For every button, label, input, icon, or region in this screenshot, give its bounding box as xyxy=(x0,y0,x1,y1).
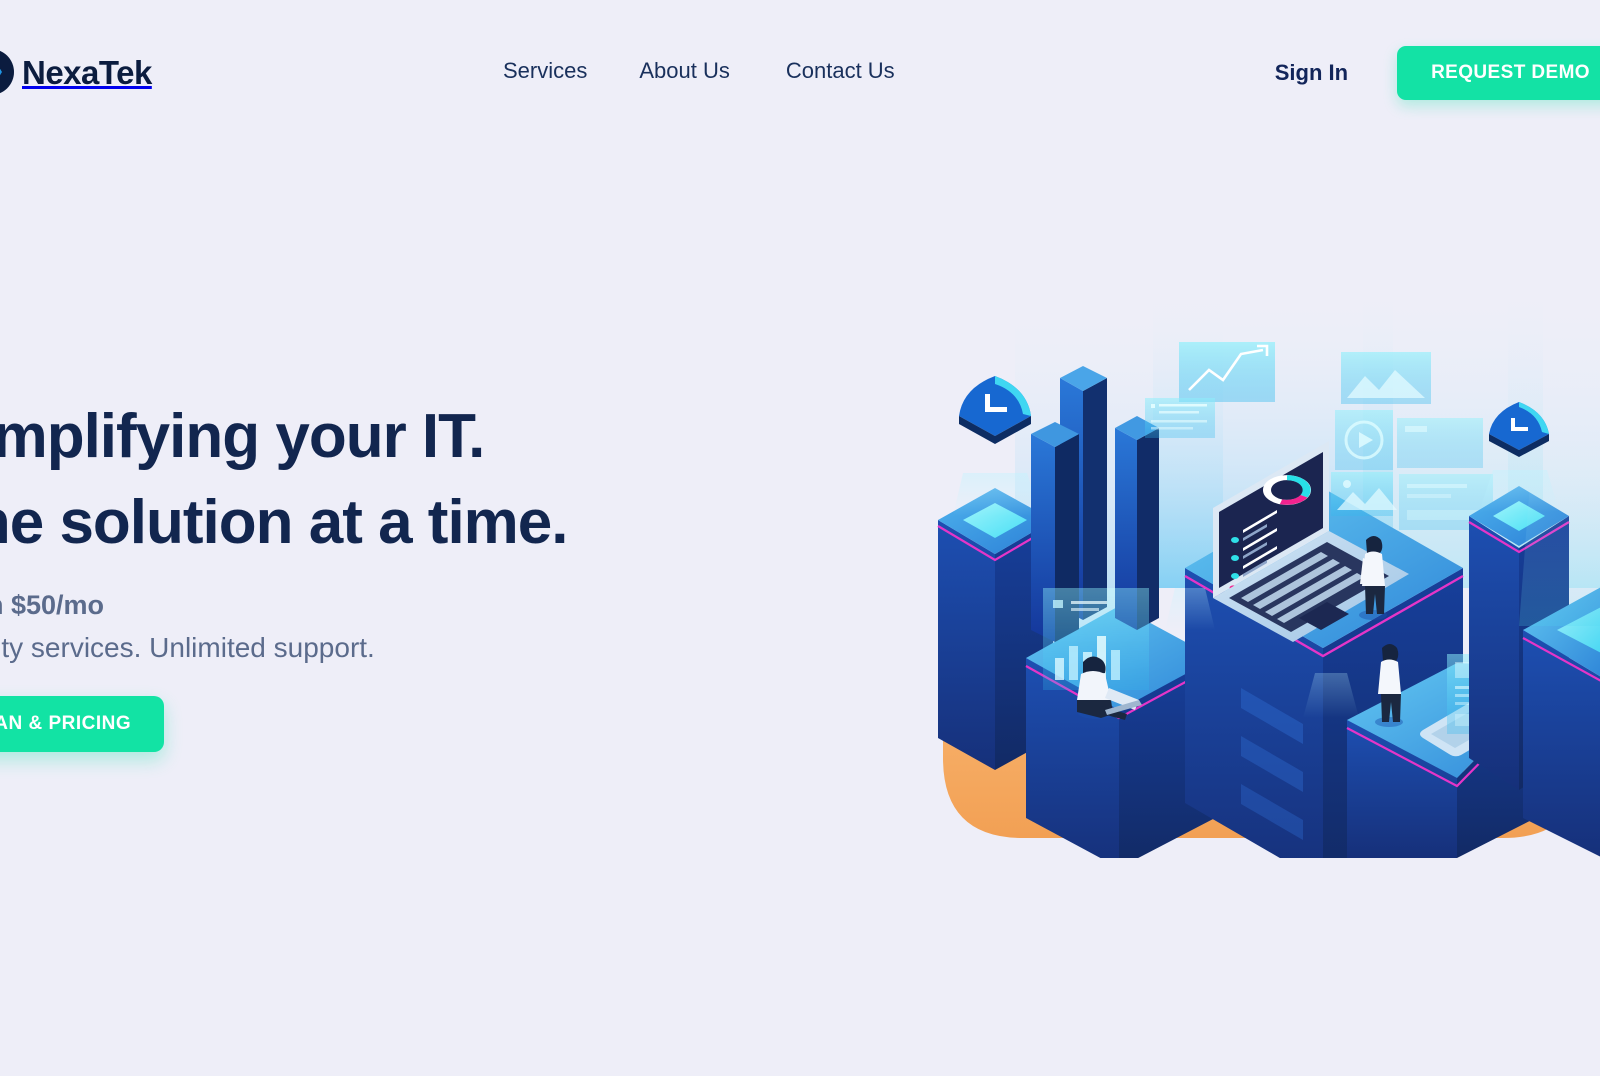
hero-headline-line-2: one solution at a time. xyxy=(0,488,569,557)
header-actions: Sign In REQUEST DEMO xyxy=(1275,46,1600,100)
floating-text-panel xyxy=(1145,398,1215,438)
sign-in-link[interactable]: Sign In xyxy=(1275,60,1348,86)
nav-item-about-us[interactable]: About Us xyxy=(639,58,730,84)
logo-text: NexaTek xyxy=(22,53,152,91)
nav-item-services[interactable]: Services xyxy=(503,58,587,84)
landing-page: NexaTek Services About Us Contact Us Sig… xyxy=(0,0,1600,1076)
page-canvas: NexaTek Services About Us Contact Us Sig… xyxy=(0,0,1600,1076)
nav-item-contact-us[interactable]: Contact Us xyxy=(786,58,895,84)
nexatek-circle-icon xyxy=(0,49,14,95)
hero-price: From $50/mo xyxy=(0,590,105,620)
hero-headline-line-1: Simplifying your IT. xyxy=(0,402,485,471)
right-large-block xyxy=(1519,444,1600,857)
floating-line-chart-panel xyxy=(1179,342,1275,402)
site-header: NexaTek Services About Us Contact Us Sig… xyxy=(0,0,1600,146)
hero-tagline: Quality services. Unlimited support. xyxy=(0,632,375,663)
main-nav: Services About Us Contact Us xyxy=(503,58,895,84)
isometric-it-illustration xyxy=(923,258,1600,858)
plan-and-pricing-button[interactable]: PLAN & PRICING xyxy=(0,696,165,752)
hero-section: Simplifying your IT. one solution at a t… xyxy=(0,394,696,752)
logo[interactable]: NexaTek xyxy=(0,49,152,95)
request-demo-button[interactable]: REQUEST DEMO xyxy=(1397,46,1600,100)
